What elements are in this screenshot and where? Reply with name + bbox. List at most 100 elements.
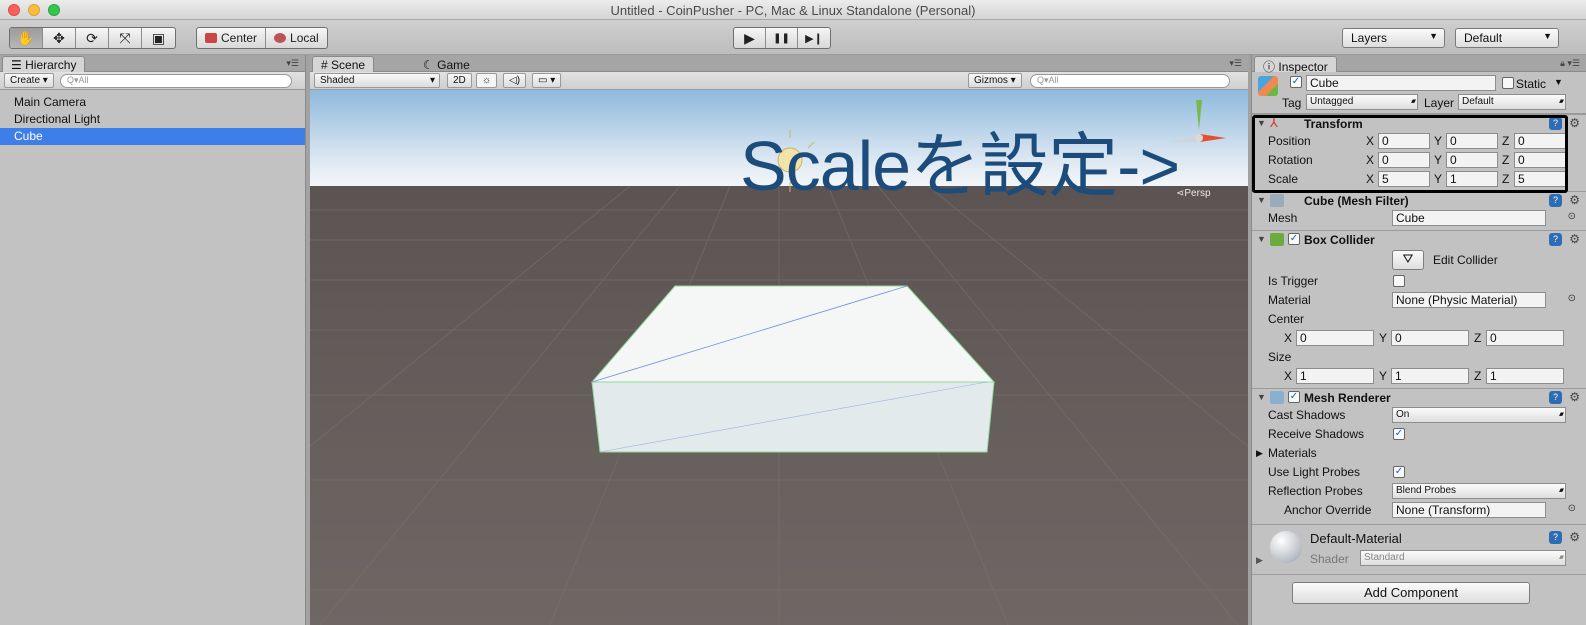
hand-icon: ✋ xyxy=(17,29,35,46)
anchor-override-field[interactable]: None (Transform) xyxy=(1392,502,1546,518)
object-picker-icon[interactable]: ⊙ xyxy=(1568,211,1576,222)
static-checkbox[interactable] xyxy=(1502,77,1514,89)
size-x-field[interactable]: 1 xyxy=(1296,368,1374,384)
audio-toggle[interactable]: ◁) xyxy=(503,73,527,88)
list-item[interactable]: Main Camera xyxy=(0,94,305,111)
help-icon[interactable]: ? xyxy=(1549,194,1562,207)
rotate-tool-button[interactable]: ⟳ xyxy=(76,28,109,48)
edit-collider-button[interactable]: ⛛ xyxy=(1392,250,1424,270)
projection-label[interactable]: ⋖Persp xyxy=(1176,188,1211,199)
pivot-icon xyxy=(205,33,217,43)
mesh-field[interactable]: Cube xyxy=(1392,210,1546,226)
gear-icon[interactable]: ⚙ xyxy=(1569,232,1580,246)
step-button[interactable]: ▶❙ xyxy=(798,28,830,48)
box-collider-header[interactable]: ▼ ✓ Box Collider ? ⚙ xyxy=(1252,230,1586,248)
help-icon[interactable]: ? xyxy=(1549,531,1562,544)
game-icon: ☾ xyxy=(423,58,434,72)
help-icon[interactable]: ? xyxy=(1549,391,1562,404)
object-picker-icon[interactable]: ⊙ xyxy=(1568,293,1576,304)
create-dropdown[interactable]: Create ▾ xyxy=(4,73,54,88)
gear-icon[interactable]: ⚙ xyxy=(1569,116,1580,130)
tag-dropdown[interactable]: Untagged xyxy=(1306,94,1418,110)
scene-panel: # Scene ☾ Game ▾☰ Shaded ▾ 2D ☼ ◁) ▭ ▾ Gi… xyxy=(310,55,1248,625)
pivot-center-button[interactable]: Center xyxy=(197,28,267,48)
center-y-field[interactable]: 0 xyxy=(1391,330,1469,346)
mesh-renderer-enabled-checkbox[interactable]: ✓ xyxy=(1288,391,1300,403)
shader-label: Shader xyxy=(1310,552,1349,566)
shading-mode-dropdown[interactable]: Shaded ▾ xyxy=(314,73,440,88)
inspector-panel: ⓘ Inspector 🔒︎ ▾☰ ✓ Cube Static ▼ Tag Un… xyxy=(1251,55,1586,625)
rotation-x-field[interactable]: 0 xyxy=(1378,152,1430,168)
tab-game[interactable]: ☾ Game xyxy=(414,56,479,72)
position-y-field[interactable]: 0 xyxy=(1446,133,1498,149)
transform-header[interactable]: ▼ ⅄ Transform ? ⚙ xyxy=(1252,114,1586,132)
list-item[interactable]: Cube xyxy=(0,128,305,145)
object-name-field[interactable]: Cube xyxy=(1306,75,1496,91)
position-z-field[interactable]: 0 xyxy=(1514,133,1566,149)
box-collider-enabled-checkbox[interactable]: ✓ xyxy=(1288,233,1300,245)
gear-icon[interactable]: ⚙ xyxy=(1569,530,1580,544)
static-dropdown-icon[interactable]: ▼ xyxy=(1554,77,1563,87)
gear-icon[interactable]: ⚙ xyxy=(1569,390,1580,404)
panel-menu-icon[interactable]: ▾☰ xyxy=(1229,58,1242,69)
space-local-button[interactable]: Local xyxy=(266,28,327,48)
rotation-y-field[interactable]: 0 xyxy=(1446,152,1498,168)
gear-icon[interactable]: ⚙ xyxy=(1569,193,1580,207)
tab-inspector[interactable]: ⓘ Inspector xyxy=(1254,56,1337,74)
size-label-row: Size xyxy=(1252,348,1586,367)
lock-icon[interactable]: 🔒︎ ▾☰ xyxy=(1560,58,1580,69)
hierarchy-search-input[interactable]: Q▾All xyxy=(60,74,292,88)
add-component-button[interactable]: Add Component xyxy=(1292,582,1530,604)
mesh-filter-icon xyxy=(1270,194,1284,207)
layout-dropdown[interactable]: Default ▼ xyxy=(1455,28,1559,48)
materials-row[interactable]: ▶ Materials xyxy=(1252,444,1586,463)
move-tool-button[interactable]: ✥ xyxy=(43,28,76,48)
2d-toggle[interactable]: 2D xyxy=(447,73,472,88)
effects-dropdown[interactable]: ▭ ▾ xyxy=(532,73,562,88)
light-probes-checkbox[interactable]: ✓ xyxy=(1393,466,1405,478)
position-x-field[interactable]: 0 xyxy=(1378,133,1430,149)
scene-search-input[interactable]: Q▾All xyxy=(1030,74,1230,88)
size-y-field[interactable]: 1 xyxy=(1391,368,1469,384)
expand-icon[interactable]: ▶ xyxy=(1256,555,1263,566)
shader-dropdown[interactable]: Standard xyxy=(1360,550,1566,566)
local-icon xyxy=(274,33,287,43)
rotation-z-field[interactable]: 0 xyxy=(1514,152,1566,168)
play-button[interactable]: ▶ xyxy=(734,28,766,48)
lighting-toggle[interactable]: ☼ xyxy=(476,73,498,88)
rect-icon: ▣ xyxy=(151,29,166,46)
panel-menu-icon[interactable]: ▾☰ xyxy=(286,58,299,69)
layers-dropdown[interactable]: Layers ▼ xyxy=(1342,28,1445,48)
center-z-field[interactable]: 0 xyxy=(1486,330,1564,346)
mesh-filter-component: ▼ Cube (Mesh Filter) ? ⚙ Mesh Cube ⊙ xyxy=(1252,191,1586,228)
help-icon[interactable]: ? xyxy=(1549,117,1562,130)
scale-x-field[interactable]: 5 xyxy=(1378,171,1430,187)
hand-tool-button[interactable]: ✋ xyxy=(10,28,43,48)
tab-hierarchy[interactable]: ☰ Hierarchy xyxy=(2,56,86,72)
reflection-probes-dropdown[interactable]: Blend Probes xyxy=(1392,483,1566,499)
cast-shadows-dropdown[interactable]: On xyxy=(1392,407,1566,423)
scale-y-field[interactable]: 1 xyxy=(1446,171,1498,187)
scale-z-field[interactable]: 5 xyxy=(1514,171,1566,187)
mesh-renderer-header[interactable]: ▼ ✓ Mesh Renderer ? ⚙ xyxy=(1252,388,1586,406)
scene-viewport[interactable]: ⋖Persp Scaleを設定-> xyxy=(310,90,1248,625)
mesh-filter-header[interactable]: ▼ Cube (Mesh Filter) ? ⚙ xyxy=(1252,191,1586,209)
rect-tool-button[interactable]: ▣ xyxy=(142,28,175,48)
object-picker-icon[interactable]: ⊙ xyxy=(1568,503,1576,514)
scale-tool-button[interactable]: ⤧ xyxy=(109,28,142,48)
center-x-field[interactable]: 0 xyxy=(1296,330,1374,346)
receive-shadows-checkbox[interactable]: ✓ xyxy=(1393,428,1405,440)
hierarchy-tabstrip: ☰ Hierarchy ▾☰ xyxy=(0,55,305,72)
pause-button[interactable]: ❚❚ xyxy=(766,28,798,48)
gizmos-dropdown[interactable]: Gizmos ▾ xyxy=(968,73,1022,88)
layer-dropdown[interactable]: Default xyxy=(1458,94,1566,110)
scale-icon: ⤧ xyxy=(119,29,131,46)
size-z-field[interactable]: 1 xyxy=(1486,368,1564,384)
list-item[interactable]: Directional Light xyxy=(0,111,305,128)
active-checkbox[interactable]: ✓ xyxy=(1290,76,1302,88)
is-trigger-checkbox[interactable] xyxy=(1393,275,1405,287)
help-icon[interactable]: ? xyxy=(1549,233,1562,246)
cube-icon xyxy=(1258,76,1278,96)
tab-scene[interactable]: # Scene xyxy=(312,56,375,72)
collider-material-field[interactable]: None (Physic Material) xyxy=(1392,292,1546,308)
